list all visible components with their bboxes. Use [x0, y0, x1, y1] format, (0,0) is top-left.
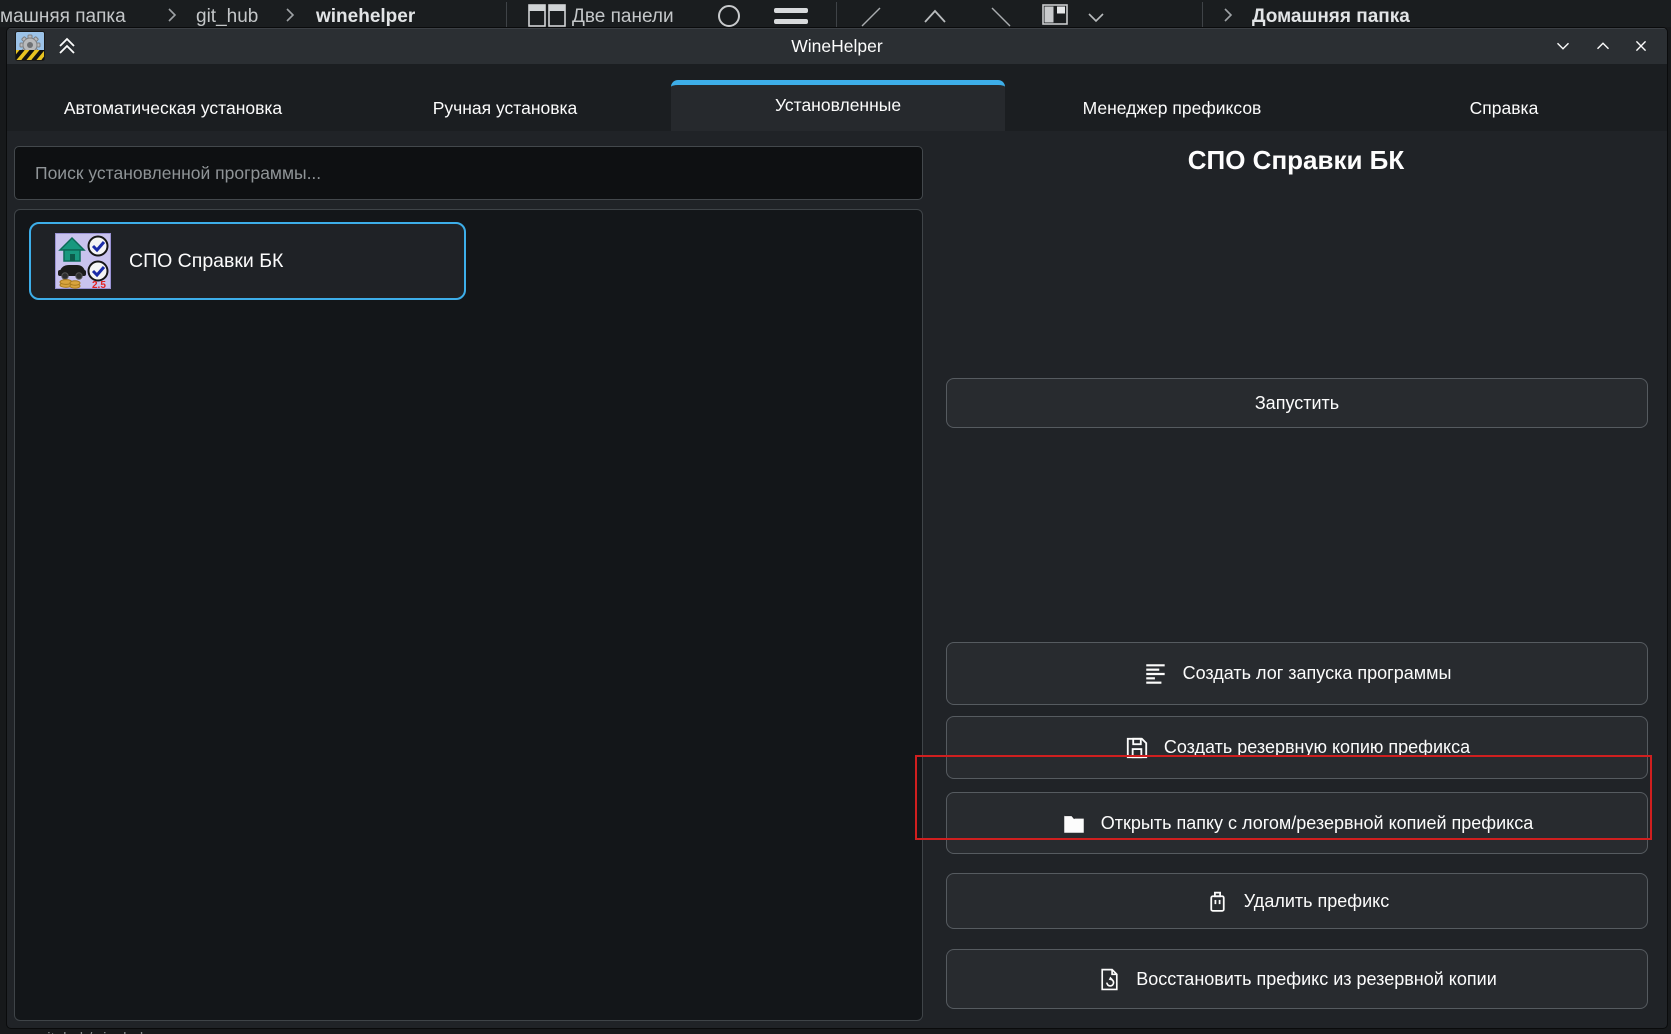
forward-icon[interactable]: [988, 6, 1014, 27]
list-item-spo-spravki-bk[interactable]: 2.5 СПО Справки БК: [29, 222, 466, 300]
maximize-button[interactable]: [1589, 33, 1617, 59]
toolbar-separator: [1202, 2, 1203, 27]
trash-icon: [1205, 889, 1230, 914]
toolbar-separator: [506, 2, 507, 27]
log-lines-icon: [1143, 661, 1169, 687]
winehelper-window: WineHelper Автоматическая установка Ручн…: [6, 27, 1668, 1029]
tab-prefix-manager[interactable]: Менеджер префиксов: [1005, 85, 1339, 131]
create-log-button[interactable]: Создать лог запуска программы: [946, 642, 1648, 705]
folder-icon: [1061, 810, 1087, 836]
tab-manual-install[interactable]: Ручная установка: [339, 85, 671, 131]
hamburger-menu-icon[interactable]: [772, 7, 812, 27]
run-button-label: Запустить: [1255, 393, 1339, 414]
restore-prefix-label: Восстановить префикс из резервной копии: [1136, 969, 1497, 990]
right-breadcrumb[interactable]: Домашняя папка: [1252, 5, 1410, 27]
create-backup-button[interactable]: Создать резервную копию префикса: [946, 716, 1648, 779]
maximize-icon: [1592, 35, 1614, 57]
back-icon[interactable]: [858, 6, 884, 27]
list-item-label: СПО Справки БК: [129, 250, 283, 273]
up-icon[interactable]: [922, 8, 948, 24]
restore-prefix-button[interactable]: Восстановить префикс из резервной копии: [946, 949, 1648, 1009]
clipped-text-fragment: ~ git_hub/winehelper: [26, 1030, 165, 1034]
chevron-down-icon[interactable]: [1086, 12, 1106, 24]
minimize-button[interactable]: [1549, 33, 1577, 59]
window-title: WineHelper: [7, 28, 1667, 64]
split-view-label[interactable]: Две панели: [572, 5, 674, 27]
app-icon-version: 2.5: [92, 280, 106, 289]
installed-programs-list: 2.5 СПО Справки БК: [14, 209, 923, 1021]
tab-bar: Автоматическая установка Ручная установк…: [7, 64, 1667, 131]
tab-help[interactable]: Справка: [1339, 85, 1668, 131]
breadcrumb-chevron-icon: [166, 7, 178, 23]
search-icon[interactable]: [716, 4, 742, 27]
breadcrumb-clipped[interactable]: машняя папка: [0, 5, 126, 27]
delete-prefix-button[interactable]: Удалить префикс: [946, 873, 1648, 929]
breadcrumb-folder[interactable]: git_hub: [196, 5, 258, 27]
open-folder-button[interactable]: Открыть папку с логом/резервной копией п…: [946, 792, 1648, 854]
tab-auto-install[interactable]: Автоматическая установка: [7, 85, 339, 131]
screen: машняя папка git_hub winehelper Две пане…: [0, 0, 1671, 1034]
delete-prefix-label: Удалить префикс: [1244, 891, 1389, 912]
titlebar[interactable]: WineHelper: [7, 28, 1667, 64]
selected-program-title: СПО Справки БК: [923, 145, 1668, 176]
breadcrumb-chevron-icon: [284, 7, 296, 23]
floppy-save-icon: [1124, 735, 1150, 761]
breadcrumb-chevron-icon: [1222, 7, 1234, 23]
open-folder-label: Открыть папку с логом/резервной копией п…: [1101, 813, 1534, 834]
installed-search-input[interactable]: [14, 146, 923, 200]
toolbar-separator: [836, 2, 837, 27]
background-statusbar-clipped: ~ git_hub/winehelper: [0, 1029, 1671, 1034]
minimize-icon: [1552, 35, 1574, 57]
breadcrumb-current[interactable]: winehelper: [316, 5, 415, 27]
background-toolbar: машняя папка git_hub winehelper Две пане…: [0, 0, 1671, 27]
panel-layout-icon[interactable]: [1042, 4, 1068, 25]
tab-installed[interactable]: Установленные: [671, 80, 1005, 131]
close-button[interactable]: [1627, 33, 1655, 59]
run-button[interactable]: Запустить: [946, 378, 1648, 428]
close-icon: [1630, 35, 1652, 57]
create-log-label: Создать лог запуска программы: [1183, 663, 1452, 684]
create-backup-label: Создать резервную копию префикса: [1164, 737, 1470, 758]
document-restore-icon: [1097, 967, 1122, 992]
split-view-icon[interactable]: [528, 4, 566, 27]
spo-spravki-bk-app-icon: 2.5: [55, 233, 111, 289]
